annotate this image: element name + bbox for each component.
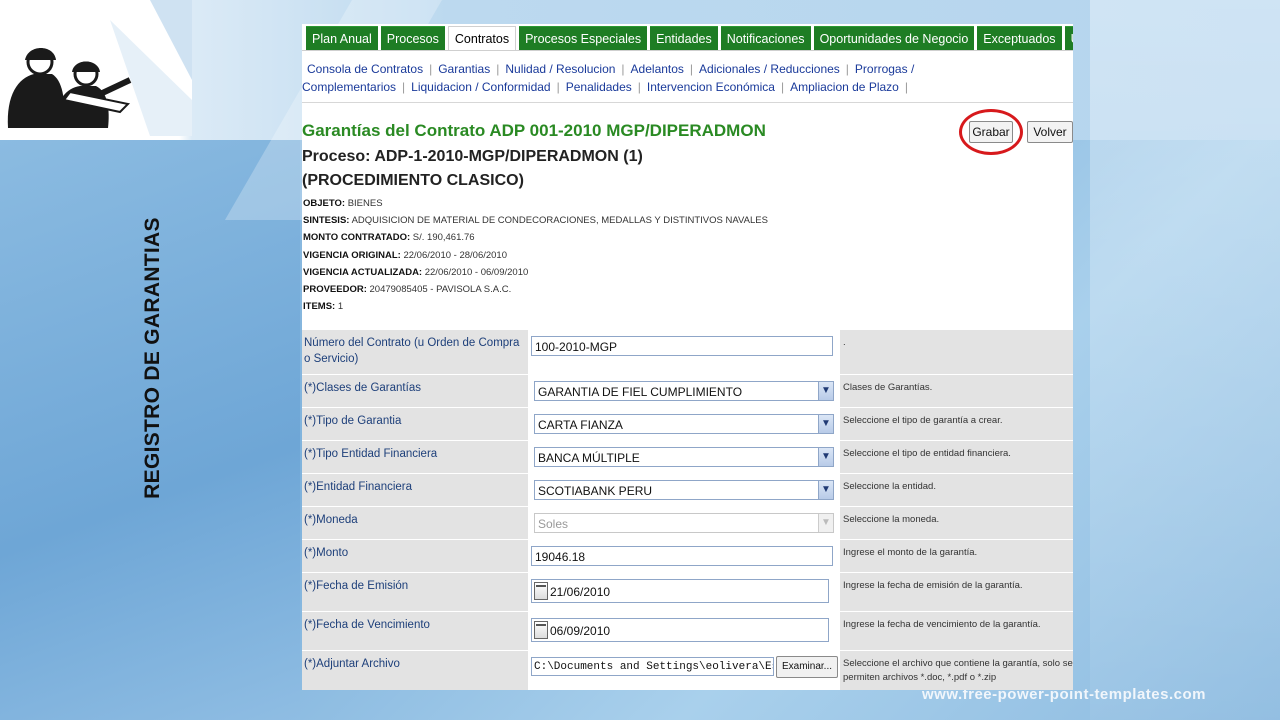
field-label: (*)Adjuntar Archivo <box>302 651 528 690</box>
financial-entity-select[interactable]: SCOTIABANK PERU ▼ <box>534 480 834 500</box>
info-items: ITEMS: 1 <box>303 301 344 313</box>
amount-input[interactable]: 19046.18 <box>531 546 833 566</box>
form-row-moneda: (*)Moneda Soles ▼ Seleccione la moneda. <box>302 506 1073 539</box>
tab-entidades[interactable]: Entidades <box>650 26 718 51</box>
subnav-link[interactable]: Intervencion Económica <box>647 80 775 94</box>
tab-divider <box>302 50 1073 51</box>
subnav-link[interactable]: Liquidacion / Conformidad <box>411 80 550 94</box>
slide-decoration <box>1090 0 1280 720</box>
field-hint: Ingrese el monto de la garantía. <box>840 540 1073 572</box>
field-label: (*)Tipo de Garantia <box>302 408 528 440</box>
chevron-down-icon[interactable]: ▼ <box>818 415 833 433</box>
tab-oportunidades[interactable]: Oportunidades de Negocio <box>813 26 975 51</box>
subnav-link[interactable]: Nulidad / Resolucion <box>505 62 615 76</box>
info-objeto: OBJETO: BIENES <box>303 198 383 209</box>
divider <box>302 102 1073 103</box>
field-hint: Seleccione la entidad. <box>840 474 1073 506</box>
field-label: (*)Fecha de Emisión <box>302 573 528 611</box>
field-hint: Seleccione el tipo de entidad financiera… <box>840 441 1073 473</box>
chevron-down-icon[interactable]: ▼ <box>818 382 833 400</box>
info-vigencia-actualizada: VIGENCIA ACTUALIZADA: 22/06/2010 - 06/09… <box>303 266 529 278</box>
form-row-clases: (*)Clases de Garantías GARANTIA DE FIEL … <box>302 374 1073 407</box>
info-proveedor: PROVEEDOR: 20479085405 - PAVISOLA S.A.C. <box>303 284 512 296</box>
form-row-monto: (*)Monto 19046.18 Ingrese el monto de la… <box>302 539 1073 572</box>
field-hint: Seleccione el archivo que contiene la ga… <box>840 651 1073 690</box>
form-row-tipo-entidad: (*)Tipo Entidad Financiera BANCA MÚLTIPL… <box>302 440 1073 473</box>
info-sintesis: SINTESIS: ADQUISICION DE MATERIAL DE CON… <box>303 215 768 227</box>
tab-notificaciones[interactable]: Notificaciones <box>720 26 811 51</box>
process-title: Proceso: ADP-1-2010-MGP/DIPERADMON (1) <box>302 148 643 165</box>
contract-number-input[interactable]: 100-2010-MGP <box>531 336 833 356</box>
page-title: Garantías del Contrato ADP 001-2010 MGP/… <box>302 121 766 140</box>
form-row-tipo: (*)Tipo de Garantia CARTA FIANZA ▼ Selecc… <box>302 407 1073 440</box>
tab-procesos-especiales[interactable]: Procesos Especiales <box>519 26 648 51</box>
guarantee-class-select[interactable]: GARANTIA DE FIEL CUMPLIMIENTO ▼ <box>534 381 834 401</box>
chevron-down-icon[interactable]: ▼ <box>818 448 833 466</box>
form-row-fecha-emision: (*)Fecha de Emisión 21/06/2010 Ingrese l… <box>302 572 1073 611</box>
field-hint: Clases de Garantías. <box>840 375 1073 407</box>
field-hint: Ingrese la fecha de emisión de la garant… <box>840 573 1073 611</box>
subnav-link[interactable]: Ampliacion de Plazo <box>790 80 899 94</box>
field-hint: Seleccione la moneda. <box>840 507 1073 539</box>
field-label: (*)Moneda <box>302 507 528 539</box>
grabar-button[interactable]: Grabar <box>969 121 1013 143</box>
tab-exceptuados[interactable]: Exceptuados <box>977 26 1062 51</box>
subnav-link[interactable]: Adicionales / Reducciones <box>699 62 840 76</box>
form-row-entidad: (*)Entidad Financiera SCOTIABANK PERU ▼ S… <box>302 473 1073 506</box>
calendar-icon[interactable] <box>534 582 548 600</box>
slide-vertical-title: REGISTRO DE GARANTIAS <box>141 217 164 499</box>
field-label: (*)Monto <box>302 540 528 572</box>
tab-contratos[interactable]: Contratos <box>447 26 517 51</box>
currency-select: Soles ▼ <box>534 513 834 533</box>
financial-entity-type-select[interactable]: BANCA MÚLTIPLE ▼ <box>534 447 834 467</box>
subnav-link[interactable]: Consola de Contratos <box>307 62 423 76</box>
subnav-link[interactable]: Penalidades <box>566 80 632 94</box>
sub-navigation: Consola de Contratos | Garantias | Nulidad /… <box>302 62 915 94</box>
issue-date-input[interactable]: 21/06/2010 <box>531 579 829 603</box>
web-app-screenshot: Plan Anual Procesos Contratos Procesos E… <box>302 24 1073 690</box>
tab-plan-anual[interactable]: Plan Anual <box>306 26 378 51</box>
chevron-down-icon: ▼ <box>818 514 833 532</box>
info-monto: MONTO CONTRATADO: S/. 190,461.76 <box>303 232 475 244</box>
main-tabs: Plan Anual Procesos Contratos Procesos E… <box>306 26 1073 51</box>
field-label: (*)Tipo Entidad Financiera <box>302 441 528 473</box>
field-hint: Ingrese la fecha de vencimiento de la ga… <box>840 612 1073 650</box>
expiry-date-input[interactable]: 06/09/2010 <box>531 618 829 642</box>
field-hint: Seleccione el tipo de garantía a crear. <box>840 408 1073 440</box>
form-row-numero: Número del Contrato (u Orden de Compra o… <box>302 329 1073 374</box>
field-label: Número del Contrato (u Orden de Compra o… <box>302 330 528 374</box>
tab-procesos[interactable]: Procesos <box>380 26 445 51</box>
procedure-type: (PROCEDIMIENTO CLASICO) <box>302 172 524 189</box>
guarantee-type-select[interactable]: CARTA FIANZA ▼ <box>534 414 834 434</box>
browse-button[interactable]: Examinar... <box>776 656 838 678</box>
info-vigencia-original: VIGENCIA ORIGINAL: 22/06/2010 - 28/06/20… <box>303 249 508 261</box>
contract-info: OBJETO: BIENES SINTESIS: ADQUISICION DE … <box>303 195 768 315</box>
engineers-logo <box>0 0 192 136</box>
field-hint: . <box>840 330 1073 374</box>
tab-usuarios[interactable]: Usuarios <box>1064 26 1073 51</box>
file-path-input[interactable]: C:\Documents and Settings\eolivera\Escri… <box>531 657 774 676</box>
subnav-link[interactable]: Garantias <box>438 62 490 76</box>
form-row-fecha-vencimiento: (*)Fecha de Vencimiento 06/09/2010 Ingre… <box>302 611 1073 650</box>
field-label: (*)Fecha de Vencimiento <box>302 612 528 650</box>
calendar-icon[interactable] <box>534 621 548 639</box>
subnav-link[interactable]: Adelantos <box>631 62 684 76</box>
chevron-down-icon[interactable]: ▼ <box>818 481 833 499</box>
form-row-archivo: (*)Adjuntar Archivo C:\Documents and Set… <box>302 650 1073 690</box>
field-label: (*)Entidad Financiera <box>302 474 528 506</box>
field-label: (*)Clases de Garantías <box>302 375 528 407</box>
volver-button[interactable]: Volver <box>1027 121 1073 143</box>
